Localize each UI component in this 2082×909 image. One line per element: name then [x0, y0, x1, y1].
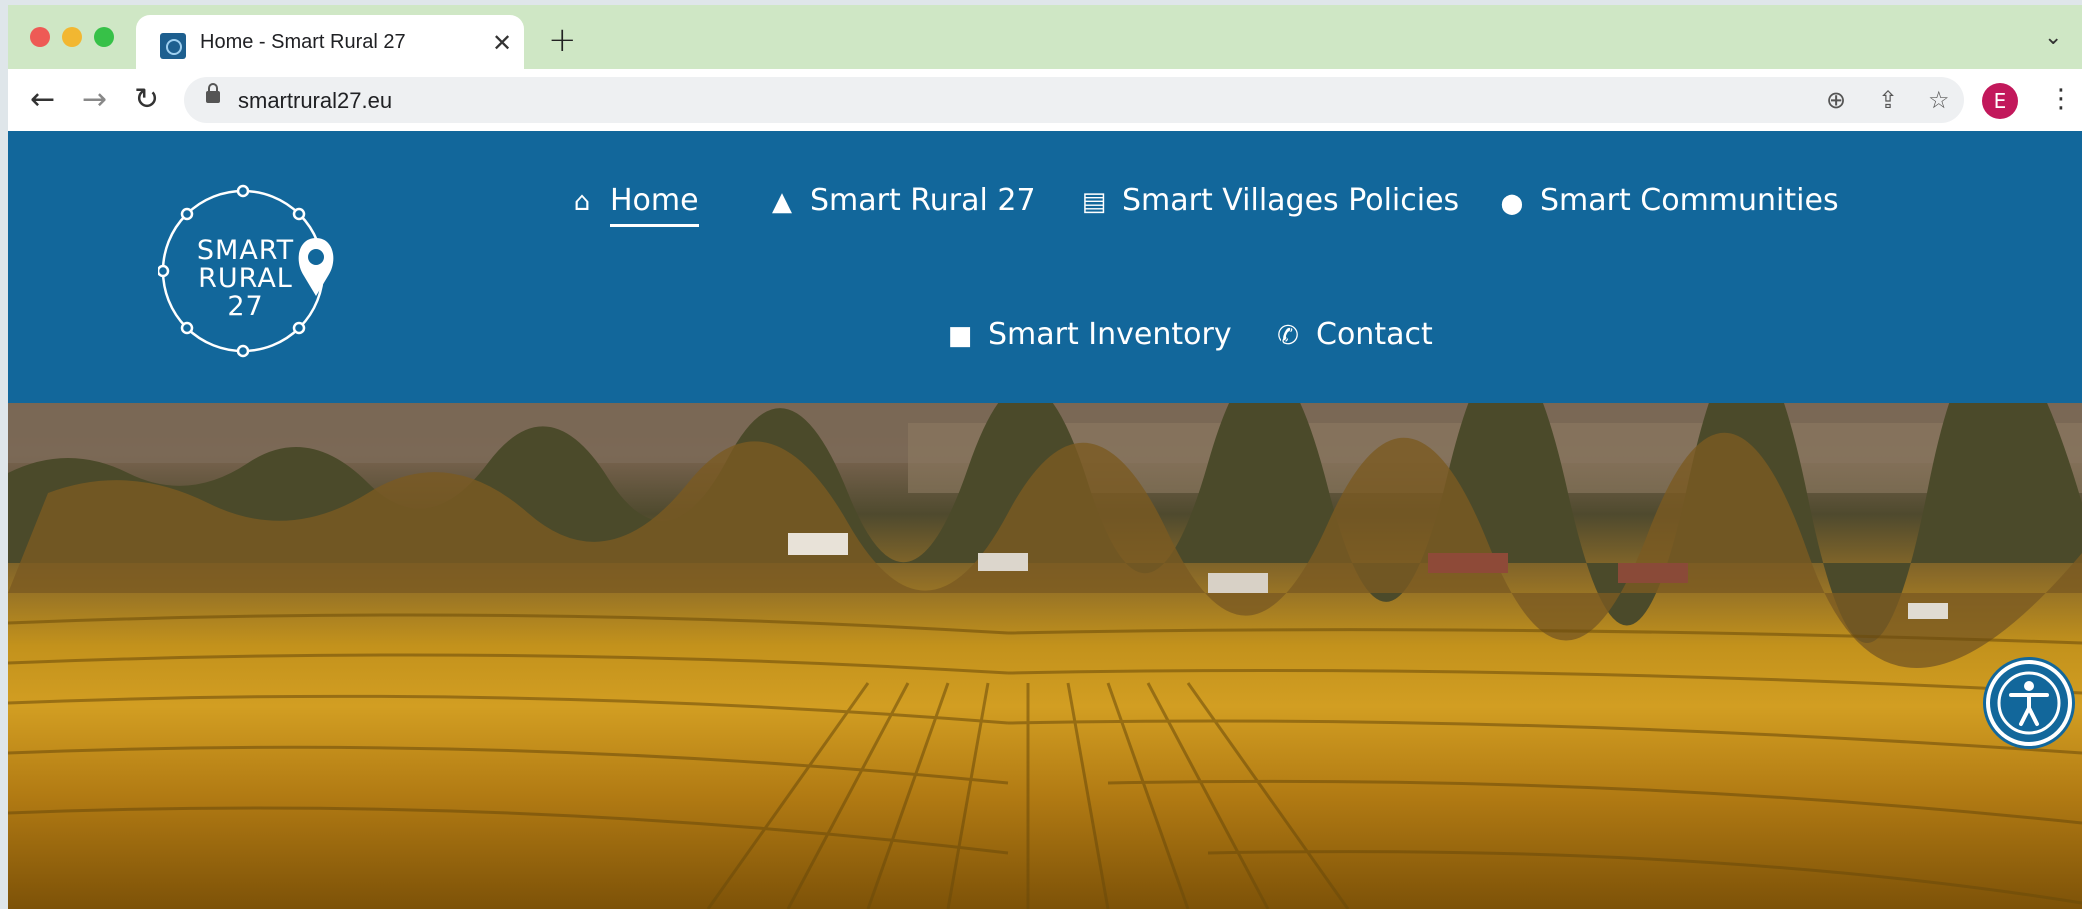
window-maximize-button[interactable]: [94, 27, 114, 47]
document-icon: ▤: [1081, 187, 1107, 217]
phone-icon: ✆: [1277, 321, 1299, 351]
nav-item-smart-villages-policies[interactable]: ▤ Smart Villages Policies: [1076, 183, 1459, 218]
site-header: SMART RURAL 27 ⌂ Home ▲ Smart Rural 27 ▤ Sm…: [8, 131, 2082, 403]
back-arrow-icon[interactable]: ←: [30, 85, 55, 115]
nav-label: Home: [610, 183, 699, 227]
accessibility-icon: [1997, 671, 2061, 735]
favicon-icon: [160, 33, 186, 59]
nav-item-smart-rural-27[interactable]: ▲ Smart Rural 27: [764, 183, 1036, 218]
logo-text-line-2: RURAL: [198, 263, 293, 294]
browser-toolbar: ← → ↻ smartrural27.eu ⊕ ⇪ ☆ E ⋮: [8, 69, 2082, 131]
zoom-icon[interactable]: ⊕: [1826, 87, 1846, 113]
nav-item-contact[interactable]: ✆ Contact: [1270, 317, 1433, 352]
hero-vineyard-image: [8, 403, 2082, 909]
tab-title: Home - Smart Rural 27: [200, 31, 406, 53]
window-minimize-button[interactable]: [62, 27, 82, 47]
vineyard-illustration: [8, 403, 2082, 909]
tab-list-chevron-icon[interactable]: ⌄: [2044, 27, 2062, 49]
nav-label: Smart Inventory: [988, 317, 1232, 352]
accessibility-button[interactable]: [1986, 660, 2072, 746]
new-tab-button[interactable]: +: [548, 23, 577, 57]
nav-item-home[interactable]: ⌂ Home: [564, 183, 699, 227]
browser-window: Home - Smart Rural 27 ✕ + ⌄ ← → ↻ smartr…: [8, 5, 2082, 909]
nav-label: Contact: [1316, 317, 1433, 352]
nav-label: Smart Villages Policies: [1122, 183, 1460, 218]
archive-icon: ■: [947, 321, 973, 351]
nav-item-smart-communities[interactable]: ⬤ Smart Communities: [1494, 183, 1839, 218]
share-icon[interactable]: ⇪: [1878, 87, 1898, 113]
browser-menu-icon[interactable]: ⋮: [2048, 83, 2074, 115]
window-close-button[interactable]: [30, 27, 50, 47]
logo-text-line-1: SMART: [196, 235, 295, 266]
lock-icon[interactable]: [206, 83, 220, 103]
nav-item-smart-inventory[interactable]: ■ Smart Inventory: [942, 317, 1232, 352]
home-icon: ⌂: [573, 187, 591, 217]
site-logo[interactable]: SMART RURAL 27: [156, 181, 358, 361]
nav-label: Smart Rural 27: [810, 183, 1036, 218]
url-text[interactable]: smartrural27.eu: [238, 88, 392, 114]
reload-icon[interactable]: ↻: [134, 85, 159, 115]
browser-tab-active[interactable]: Home - Smart Rural 27 ✕: [136, 15, 524, 73]
tab-strip: Home - Smart Rural 27 ✕ + ⌄: [8, 5, 2082, 73]
logo-text-line-3: 27: [227, 291, 264, 322]
bookmark-star-icon[interactable]: ☆: [1928, 87, 1950, 113]
nav-label: Smart Communities: [1540, 183, 1839, 218]
map-marker-icon: ⬤: [1500, 191, 1524, 215]
profile-avatar[interactable]: E: [1982, 83, 2018, 119]
address-bar[interactable]: smartrural27.eu ⊕ ⇪ ☆: [184, 77, 1964, 123]
close-tab-icon[interactable]: ✕: [492, 31, 512, 55]
tree-icon: ▲: [772, 187, 792, 217]
forward-arrow-icon[interactable]: →: [82, 85, 107, 115]
